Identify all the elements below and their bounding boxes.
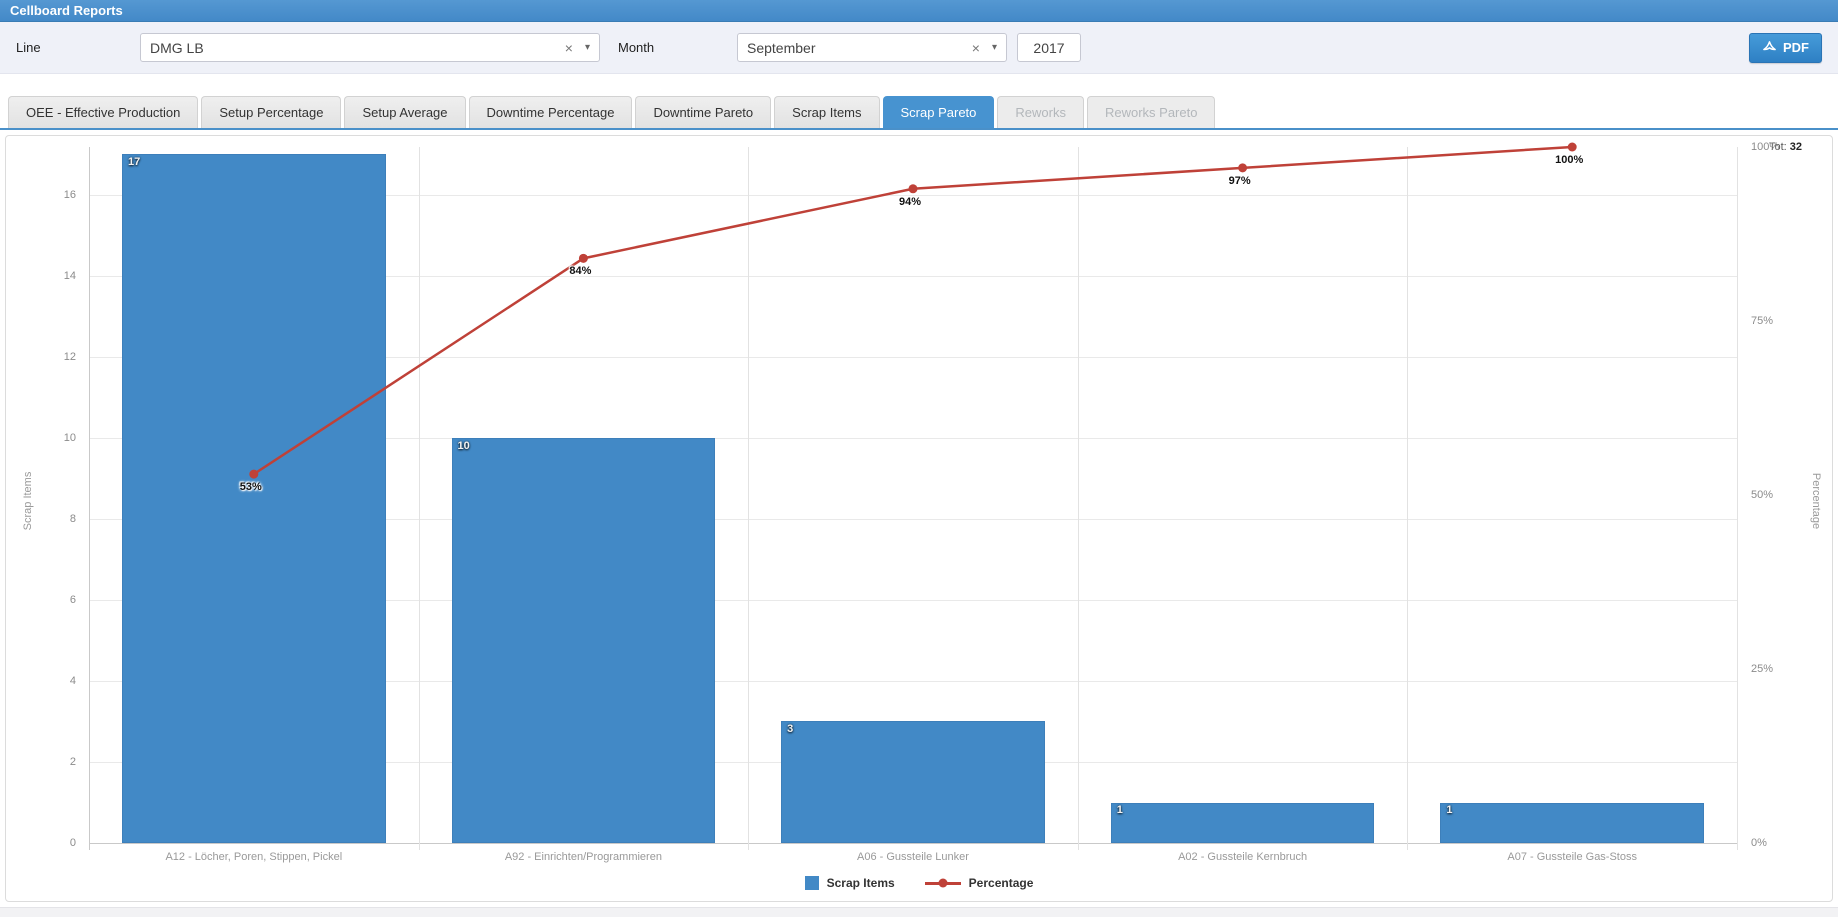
left-axis-tick-label: 8 <box>6 513 76 525</box>
category-label: A07 - Gussteile Gas-Stoss <box>1407 851 1737 863</box>
line-point[interactable] <box>909 184 918 193</box>
plot-area: 171031153%84%94%97%100% <box>89 147 1737 843</box>
month-select[interactable]: September × ▾ <box>737 33 1007 62</box>
line-point-label: 84% <box>569 265 591 277</box>
legend-item-percentage[interactable]: Percentage <box>925 876 1034 890</box>
tab-setup-percentage[interactable]: Setup Percentage <box>201 96 341 128</box>
tab-downtime-pareto[interactable]: Downtime Pareto <box>635 96 771 128</box>
month-caret-icon[interactable]: ▾ <box>992 42 997 53</box>
left-axis-tick-label: 2 <box>6 756 76 768</box>
gridline-horizontal <box>89 843 1737 844</box>
line-point-label: 53% <box>240 481 262 493</box>
tab-setup-average[interactable]: Setup Average <box>344 96 465 128</box>
tab-downtime-percentage[interactable]: Downtime Percentage <box>469 96 633 128</box>
left-axis-tick-label: 10 <box>6 432 76 444</box>
line-label: Line <box>16 40 140 55</box>
line-point[interactable] <box>1238 163 1247 172</box>
total-value: 32 <box>1790 141 1802 153</box>
chart-card: Tot: 32 Scrap Items Percentage 171031153… <box>5 135 1833 902</box>
line-point-label: 97% <box>1229 175 1251 187</box>
pdf-button[interactable]: PDF <box>1749 33 1822 63</box>
pdf-icon <box>1762 40 1777 55</box>
left-axis-tick-label: 14 <box>6 270 76 282</box>
filter-bar: Line DMG LB × ▾ Month September × ▾ PDF <box>0 22 1838 74</box>
tab-oee-effective-production[interactable]: OEE - Effective Production <box>8 96 198 128</box>
year-input[interactable] <box>1017 33 1081 62</box>
line-select[interactable]: DMG LB × ▾ <box>140 33 600 62</box>
percentage-line-icon <box>925 882 961 885</box>
line-clear-icon[interactable]: × <box>561 41 577 55</box>
tab-scrap-items[interactable]: Scrap Items <box>774 96 879 128</box>
scrap-items-swatch-icon <box>805 876 819 890</box>
tab-reworks: Reworks <box>997 96 1084 128</box>
month-label: Month <box>618 40 737 55</box>
line-point-label: 94% <box>899 196 921 208</box>
left-axis-tick-label: 4 <box>6 675 76 687</box>
right-axis-tick-label: 0% <box>1751 837 1767 849</box>
month-select-value: September <box>747 40 815 56</box>
month-clear-icon[interactable]: × <box>968 41 984 55</box>
line-caret-icon[interactable]: ▾ <box>585 42 590 53</box>
legend-item-scrap-items[interactable]: Scrap Items <box>805 876 895 890</box>
app-title: Cellboard Reports <box>10 3 123 18</box>
line-point[interactable] <box>249 470 258 479</box>
right-axis-tick-label: 25% <box>1751 663 1773 675</box>
tab-bar: OEE - Effective ProductionSetup Percenta… <box>0 96 1838 130</box>
right-axis-tick-label: 100% <box>1751 141 1779 153</box>
line-point[interactable] <box>1568 143 1577 152</box>
line-point-label: 100% <box>1555 154 1583 166</box>
right-axis-title: Percentage <box>1810 473 1822 529</box>
category-label: A92 - Einrichten/Programmieren <box>419 851 749 863</box>
left-axis-tick-label: 16 <box>6 189 76 201</box>
left-axis-tick-label: 12 <box>6 351 76 363</box>
category-label: A02 - Gussteile Kernbruch <box>1078 851 1408 863</box>
tab-scrap-pareto[interactable]: Scrap Pareto <box>883 96 995 128</box>
left-axis-tick-label: 0 <box>6 837 76 849</box>
line-select-value: DMG LB <box>150 40 204 56</box>
tab-reworks-pareto: Reworks Pareto <box>1087 96 1215 128</box>
gridline-vertical <box>1737 147 1738 850</box>
right-axis-tick-label: 75% <box>1751 315 1773 327</box>
pareto-line-layer <box>89 147 1737 843</box>
category-label: A06 - Gussteile Lunker <box>748 851 1078 863</box>
left-axis-tick-label: 6 <box>6 594 76 606</box>
line-point[interactable] <box>579 254 588 263</box>
page-footer <box>0 907 1838 917</box>
pdf-button-label: PDF <box>1783 40 1809 55</box>
app-title-bar: Cellboard Reports <box>0 0 1838 22</box>
chart-legend: Scrap Items Percentage <box>6 876 1832 890</box>
category-label: A12 - Löcher, Poren, Stippen, Pickel <box>89 851 419 863</box>
right-axis-tick-label: 50% <box>1751 489 1773 501</box>
